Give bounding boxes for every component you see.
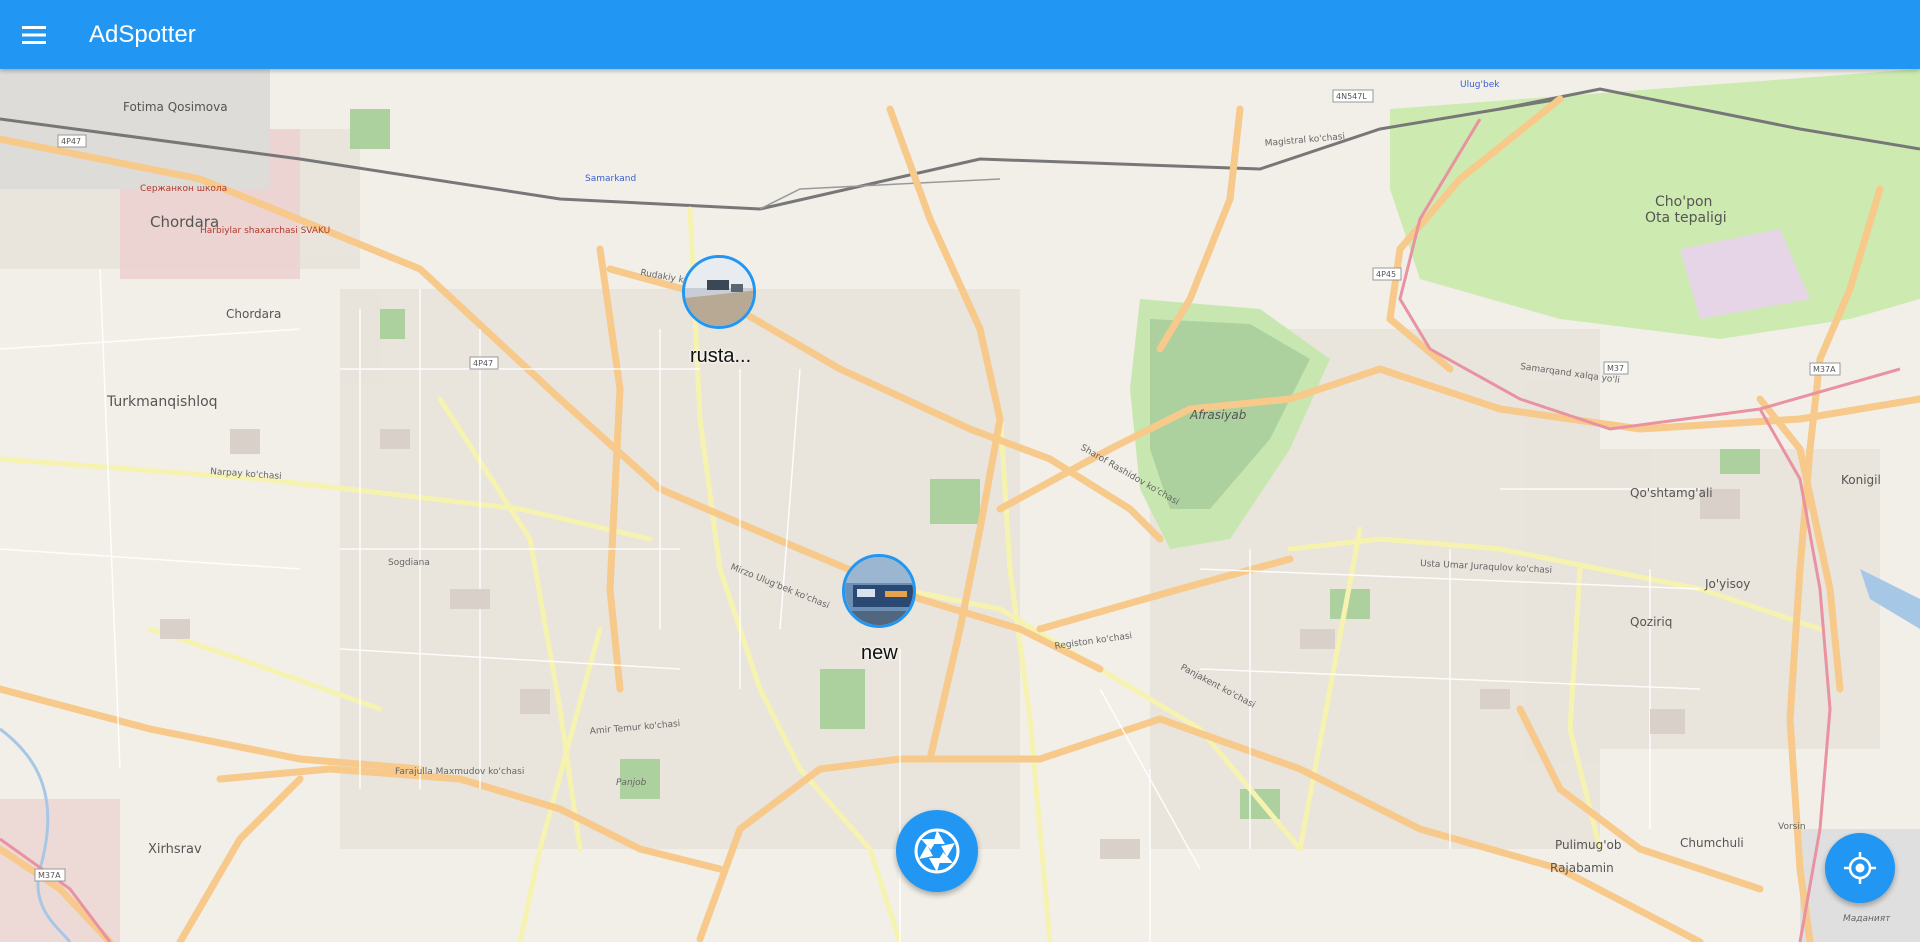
svg-text:4N547L: 4N547L [1336,92,1367,101]
label-chopon: Cho'pon [1655,194,1712,210]
label-qoziriq: Qoziriq [1630,615,1672,629]
map-tiles: Fotima Qosimova Chordara Chordara Turkma… [0,69,1920,942]
label-ota-tepaligi: Ota tepaligi [1645,210,1727,226]
hamburger-menu-icon [22,25,46,44]
label-joyisoy: Jo'yisoy [1704,577,1750,591]
road-shield-m37: M37 [1603,361,1629,375]
label-fotima: Fotima Qosimova [123,100,228,114]
label-panjob: Panjob [616,778,647,788]
label-rajabamin: Rajabamin [1550,861,1614,875]
app-bar: AdSpotter [0,0,1920,69]
label-samarkand: Samarkand [585,174,636,184]
marker-caption-2[interactable]: new [861,642,898,665]
label-madaniyat: Маданият [1843,914,1891,924]
label-turkmanqishloq: Turkmanqishloq [106,394,218,410]
app-title: AdSpotter [89,20,196,48]
label-chordara-2: Chordara [226,307,281,321]
camera-shutter-icon [914,828,960,874]
road-shield-m37a-b: M37A [1809,362,1841,376]
road-label-faraulla: Farajulla Maxmudov ko'chasi [395,767,524,777]
road-shield-4p47: 4P47 [57,134,87,148]
road-shield-4p45: 4P45 [1372,267,1402,281]
label-afrasiyab: Afrasiyab [1189,408,1247,422]
label-chumchuli: Chumchuli [1680,836,1744,850]
label-sogdiana: Sogdiana [388,558,430,568]
svg-text:M37A: M37A [38,871,61,880]
svg-text:M37A: M37A [1813,365,1836,374]
map-marker-photo-1[interactable] [682,255,756,329]
svg-text:4P47: 4P47 [61,137,81,146]
road-shield-4n547l: 4N547L [1332,89,1374,103]
label-vorsin: Vorsin [1778,822,1806,832]
map-marker-photo-2[interactable] [842,554,916,628]
map-view[interactable]: Fotima Qosimova Chordara Chordara Turkma… [0,69,1920,942]
svg-text:4P45: 4P45 [1376,270,1396,279]
label-ulugbek: Ulug'bek [1460,80,1500,90]
label-pulimugob: Pulimug'ob [1555,838,1621,852]
label-xirhsrav: Xirhsrav [148,842,202,857]
crosshair-location-icon [1844,852,1876,884]
label-qoshtamgali: Qo'shtamg'ali [1630,486,1713,500]
road-shield-4p47-b: 4P47 [469,356,499,370]
road-shield-m37a: M37A [34,868,66,882]
svg-text:M37: M37 [1607,364,1624,373]
label-konigil: Konigil [1841,473,1881,487]
label-harbiylar: Harbiylar shaxarchasi SVAKU [200,226,330,236]
svg-text:4P47: 4P47 [473,359,493,368]
camera-capture-button[interactable] [896,810,978,892]
my-location-button[interactable] [1825,833,1895,903]
marker-caption-1[interactable]: rusta... [690,345,751,368]
menu-button[interactable] [0,0,70,69]
label-serjankon: Сержанкон школа [140,184,227,194]
